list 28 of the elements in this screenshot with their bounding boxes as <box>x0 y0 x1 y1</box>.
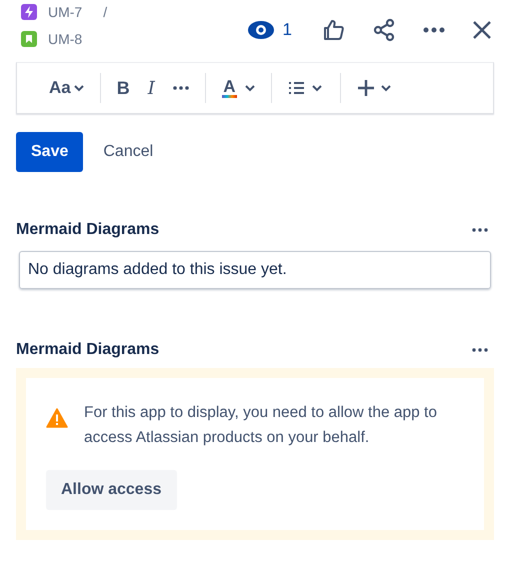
save-button[interactable]: Save <box>16 132 84 172</box>
issue-key-link[interactable]: UM-7 <box>48 4 82 20</box>
more-icon[interactable] <box>472 228 488 232</box>
panel-title: Mermaid Diagrams <box>16 221 160 239</box>
empty-message: No diagrams added to this issue yet. <box>19 251 491 289</box>
panel-title: Mermaid Diagrams <box>16 341 160 359</box>
bold-button[interactable]: B <box>116 78 130 98</box>
text-color-button[interactable]: A <box>222 78 255 98</box>
italic-button[interactable]: I <box>148 78 155 98</box>
chevron-down-icon <box>244 84 255 92</box>
warning-icon <box>46 408 68 428</box>
text-style-button[interactable]: Aa <box>49 78 84 98</box>
more-icon[interactable] <box>172 86 189 90</box>
share-icon[interactable] <box>372 18 396 42</box>
thumbs-up-icon[interactable] <box>322 18 346 42</box>
lightning-icon <box>21 4 37 20</box>
allow-access-button[interactable]: Allow access <box>46 470 176 510</box>
consent-message: For this app to display, you need to allow the app to access Atlassian products on your behalf. <box>84 403 438 448</box>
bookmark-icon <box>21 31 37 47</box>
chevron-down-icon <box>74 84 84 92</box>
issue-key-link[interactable]: UM-8 <box>48 31 82 47</box>
more-icon[interactable] <box>472 348 488 352</box>
list-icon[interactable] <box>288 81 324 95</box>
more-icon[interactable] <box>422 27 446 33</box>
breadcrumb-separator: / <box>103 4 108 20</box>
cancel-button[interactable]: Cancel <box>87 132 170 172</box>
close-icon[interactable] <box>472 20 492 40</box>
insert-icon[interactable] <box>356 79 393 97</box>
